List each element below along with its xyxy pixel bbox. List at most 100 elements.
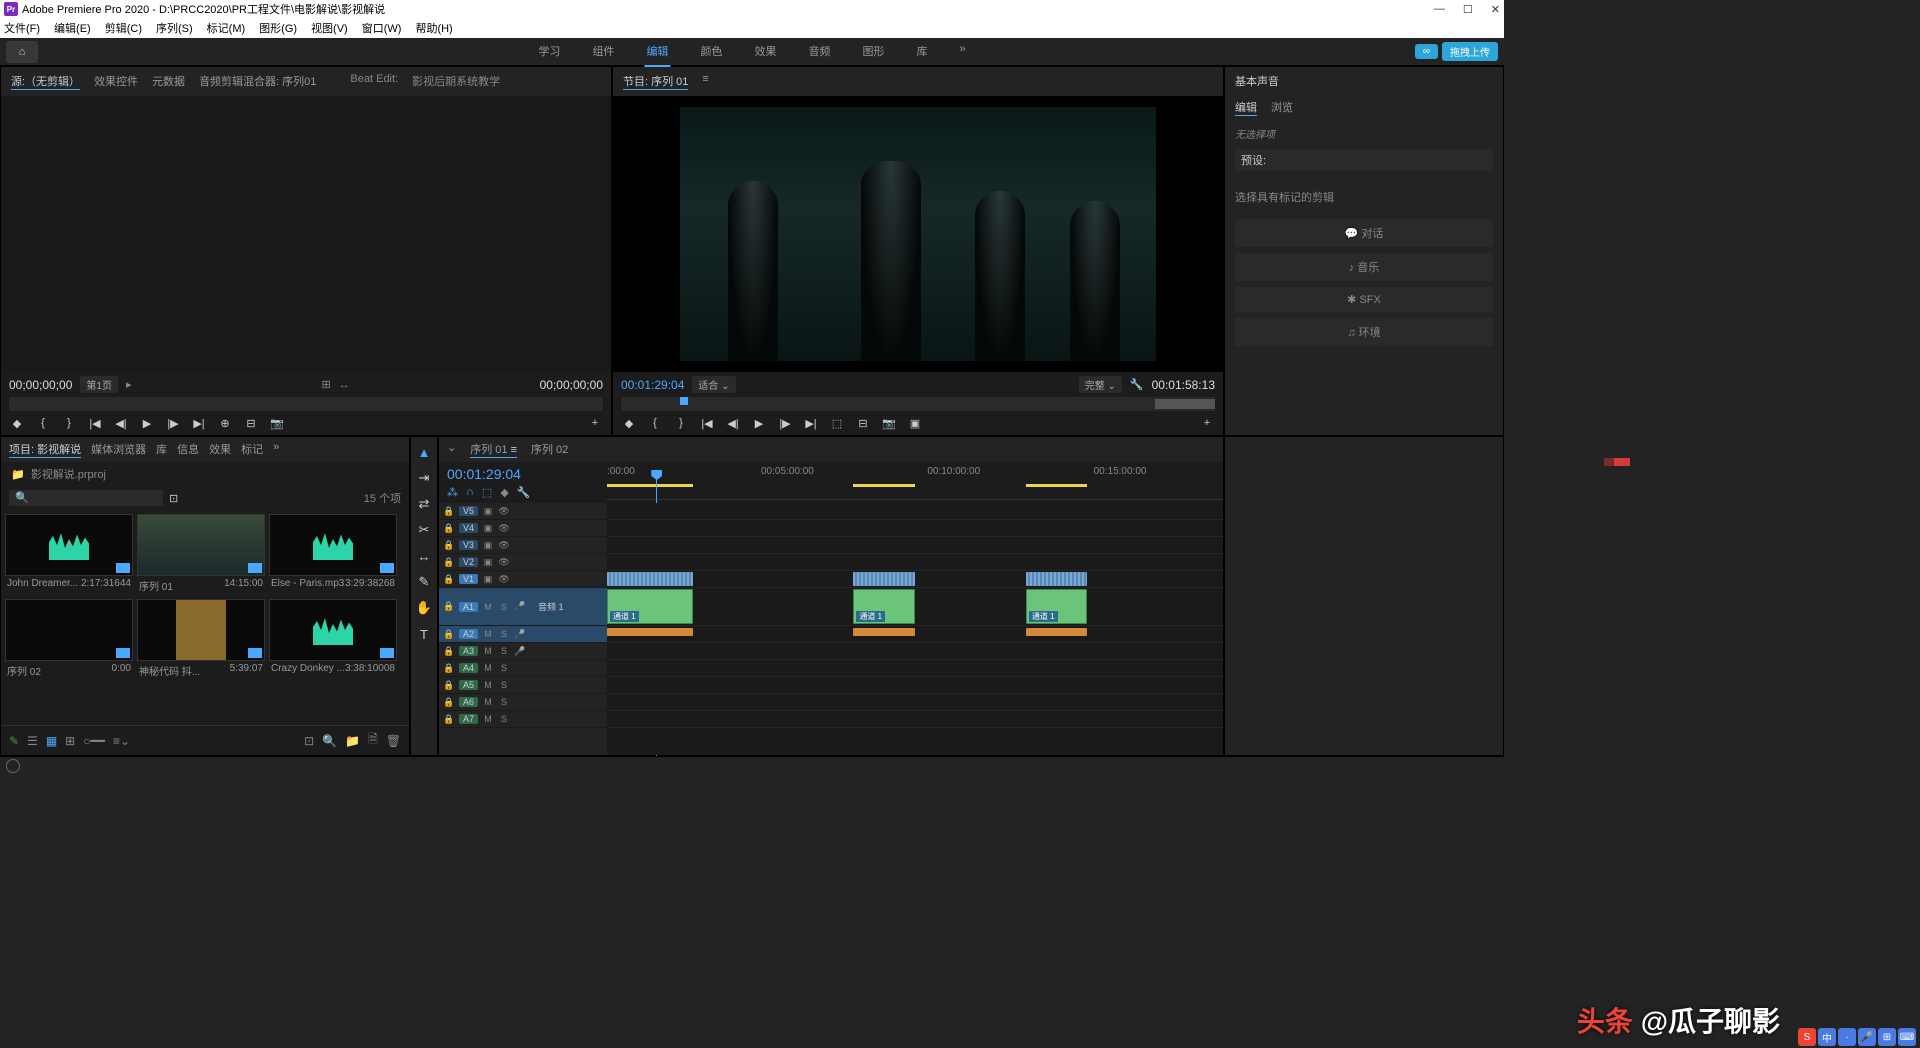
workspace-assembly[interactable]: 组件: [590, 37, 616, 67]
sfx-button[interactable]: ✱ SFX: [1235, 287, 1493, 312]
export-frame-icon[interactable]: 📷: [881, 415, 897, 431]
tab-effect-controls[interactable]: 效果控件: [94, 73, 138, 90]
timeline-tab-1[interactable]: 序列 01 ≡: [470, 441, 517, 458]
icon-view-icon[interactable]: ▦: [46, 734, 57, 748]
ime-bar[interactable]: S 中 · 🎤 ⊞ ⌨: [1798, 1028, 1916, 1046]
extract-icon[interactable]: ⊟: [855, 415, 871, 431]
audio-clip[interactable]: [853, 628, 915, 636]
step-back-icon[interactable]: ◀|: [113, 415, 129, 431]
marker-icon[interactable]: ⬚: [482, 486, 492, 499]
mark-in-icon[interactable]: ◆: [9, 415, 25, 431]
tab-markers[interactable]: 标记: [241, 441, 263, 458]
workspace-effects[interactable]: 效果: [752, 37, 778, 67]
track-select-tool-icon[interactable]: ⇥: [415, 469, 433, 487]
source-page[interactable]: 第1页: [80, 376, 118, 393]
menu-graphics[interactable]: 图形(G): [259, 20, 297, 36]
track-area[interactable]: 通道 1 通道 1 通道 1: [607, 503, 1223, 755]
ambience-button[interactable]: ♫ 环境: [1235, 318, 1493, 346]
video-clip[interactable]: [853, 572, 915, 586]
tab-program[interactable]: 节目: 序列 01: [623, 73, 688, 90]
source-timecode-in[interactable]: 00;00;00;00: [9, 378, 72, 392]
razor-tool-icon[interactable]: ✂: [415, 521, 433, 539]
step-fwd-icon[interactable]: |▶: [165, 415, 181, 431]
track-a5[interactable]: 🔒A5MS: [439, 677, 607, 694]
menu-clip[interactable]: 剪辑(C): [105, 20, 142, 36]
tabs-more[interactable]: »: [273, 441, 279, 458]
menu-window[interactable]: 窗口(W): [362, 20, 402, 36]
program-monitor[interactable]: [613, 96, 1223, 372]
workspace-more[interactable]: »: [957, 37, 967, 67]
cloud-icon[interactable]: ∞: [1415, 44, 1438, 59]
track-v3[interactable]: 🔒V3▣👁: [439, 537, 607, 554]
track-a7[interactable]: 🔒A7MS: [439, 711, 607, 728]
tab-source[interactable]: 源:（无剪辑）: [11, 73, 80, 90]
add-button-icon[interactable]: +: [587, 415, 603, 431]
menu-sequence[interactable]: 序列(S): [156, 20, 193, 36]
timeline-dropdown-icon[interactable]: ⌄: [447, 441, 456, 458]
track-v1[interactable]: 🔒V1▣👁: [439, 571, 607, 588]
audio-clip[interactable]: 通道 1: [1026, 589, 1088, 624]
music-button[interactable]: ♪ 音乐: [1235, 253, 1493, 281]
program-menu-icon[interactable]: ≡: [702, 73, 708, 90]
program-scrubber[interactable]: [621, 397, 1215, 411]
estab-edit[interactable]: 编辑: [1235, 99, 1257, 116]
tab-metadata[interactable]: 元数据: [152, 73, 185, 90]
audio-clip[interactable]: [607, 628, 693, 636]
maximize-button[interactable]: ☐: [1463, 3, 1473, 16]
step-fwd-icon[interactable]: |▶: [777, 415, 793, 431]
auto-sequence-icon[interactable]: ⊡: [304, 734, 314, 748]
bin-item[interactable]: Crazy Donkey ...3:38:10008: [269, 599, 397, 680]
video-clip[interactable]: [607, 572, 693, 586]
bin-item[interactable]: Else - Paris.mp33:29:38268: [269, 514, 397, 595]
zoom-slider[interactable]: ○━━: [83, 734, 105, 748]
goto-in-icon[interactable]: |◀: [699, 415, 715, 431]
goto-out-icon[interactable]: ▶|: [803, 415, 819, 431]
track-v4[interactable]: 🔒V4▣👁: [439, 520, 607, 537]
estab-browse[interactable]: 浏览: [1271, 99, 1293, 116]
menu-help[interactable]: 帮助(H): [415, 20, 452, 36]
add-marker-icon[interactable]: ◆: [621, 415, 637, 431]
source-monitor[interactable]: [1, 96, 611, 372]
wrench-icon[interactable]: 🔧: [1130, 378, 1144, 391]
workspace-audio[interactable]: 音频: [806, 37, 832, 67]
track-a4[interactable]: 🔒A4MS: [439, 660, 607, 677]
link-icon[interactable]: ∩: [466, 486, 474, 499]
source-expand-icon[interactable]: ↔: [339, 379, 350, 391]
sort-icon[interactable]: ≡⌄: [113, 734, 130, 748]
audio-clip[interactable]: 通道 1: [853, 589, 915, 624]
lift-icon[interactable]: ⬚: [829, 415, 845, 431]
tab-info[interactable]: 信息: [177, 441, 199, 458]
close-button[interactable]: ✕: [1491, 3, 1500, 16]
tab-project[interactable]: 项目: 影视解说: [9, 441, 81, 458]
track-a1[interactable]: 🔒A1MS🎤音频 1: [439, 588, 607, 626]
dialogue-button[interactable]: 💬 对话: [1235, 219, 1493, 247]
export-frame-icon[interactable]: 📷: [269, 415, 285, 431]
program-timecode[interactable]: 00:01:29:04: [621, 378, 684, 392]
search-input[interactable]: [9, 490, 163, 506]
menu-edit[interactable]: 编辑(E): [54, 20, 91, 36]
track-v2[interactable]: 🔒V2▣👁: [439, 554, 607, 571]
menu-file[interactable]: 文件(F): [4, 20, 40, 36]
program-quality[interactable]: 完整 ⌄: [1079, 376, 1122, 393]
mark-out-icon[interactable]: }: [673, 415, 689, 431]
ripple-tool-icon[interactable]: ⇄: [415, 495, 433, 513]
audio-clip[interactable]: [1026, 628, 1088, 636]
bin-item[interactable]: 序列 0114:15:00: [137, 514, 265, 595]
freeform-icon[interactable]: ⊞: [65, 734, 75, 748]
delete-icon[interactable]: 🗑: [386, 734, 401, 748]
tab-effects[interactable]: 效果: [209, 441, 231, 458]
source-grid-icon[interactable]: ⊞: [321, 378, 330, 391]
add-button-icon[interactable]: +: [1199, 415, 1215, 431]
bin-item[interactable]: 神秘代码 抖...5:39:07: [137, 599, 265, 680]
menu-marker[interactable]: 标记(M): [207, 20, 246, 36]
new-bin-icon[interactable]: 📁: [345, 734, 360, 748]
minimize-button[interactable]: —: [1434, 3, 1445, 16]
timeline-ruler[interactable]: :00:00 00:05:00:00 00:10:00:00 00:15:00:…: [607, 462, 1223, 500]
tab-media-browser[interactable]: 媒体浏览器: [91, 441, 146, 458]
workspace-graphics[interactable]: 图形: [860, 37, 886, 67]
play-icon[interactable]: ▶: [139, 415, 155, 431]
list-view-icon[interactable]: ☰: [27, 734, 38, 748]
track-a3[interactable]: 🔒A3MS🎤: [439, 643, 607, 660]
selection-tool-icon[interactable]: ▲: [415, 443, 433, 461]
sync-icon[interactable]: [6, 759, 20, 773]
